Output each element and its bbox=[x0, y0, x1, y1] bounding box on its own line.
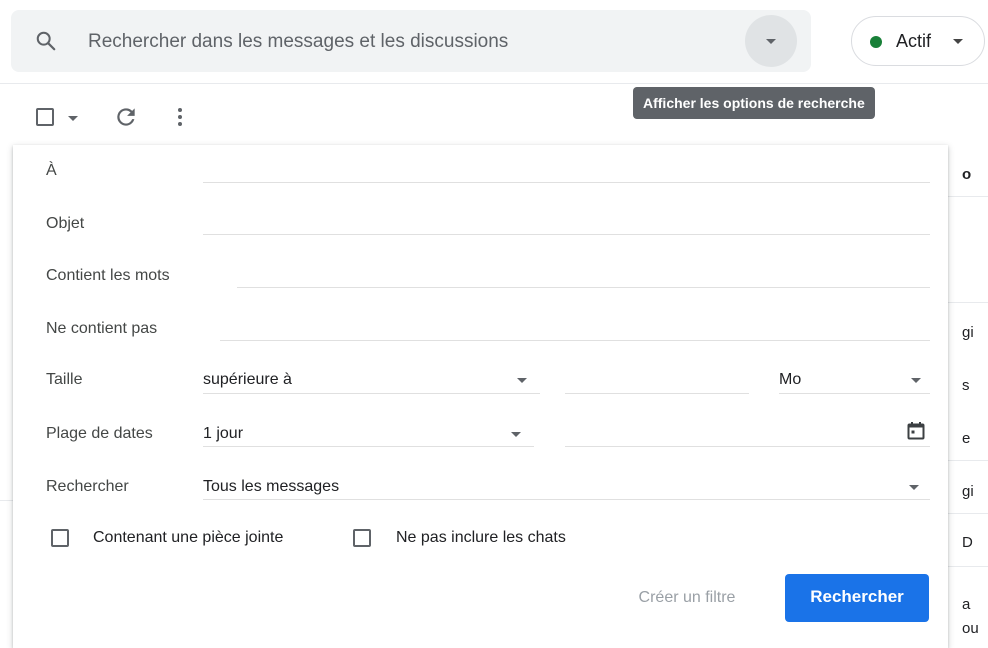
search-in-select[interactable]: Tous les messages bbox=[203, 470, 930, 501]
search-icon[interactable] bbox=[35, 30, 57, 52]
has-attachment-label[interactable]: Contenant une pièce jointe bbox=[93, 529, 283, 547]
calendar-icon[interactable] bbox=[906, 421, 926, 441]
size-label: Taille bbox=[46, 371, 83, 388]
chevron-down-icon bbox=[909, 485, 919, 490]
search-input[interactable]: Rechercher dans les messages et les disc… bbox=[88, 31, 508, 53]
subject-label: Objet bbox=[46, 215, 85, 232]
size-operator-value: supérieure à bbox=[203, 371, 292, 388]
chevron-down-icon bbox=[511, 432, 521, 437]
chevron-down-icon bbox=[517, 378, 527, 383]
size-value-field[interactable] bbox=[565, 393, 749, 394]
subject-field[interactable] bbox=[203, 234, 930, 235]
divider bbox=[0, 500, 13, 501]
date-range-value: 1 jour bbox=[203, 425, 244, 442]
chevron-down-icon bbox=[953, 39, 963, 44]
refresh-icon[interactable] bbox=[113, 104, 139, 130]
select-dropdown-icon[interactable] bbox=[68, 116, 78, 121]
size-operator-select[interactable]: supérieure à bbox=[203, 363, 540, 394]
exclude-chats-label[interactable]: Ne pas inclure les chats bbox=[396, 529, 566, 547]
list-item: D bbox=[962, 534, 973, 551]
has-words-field[interactable] bbox=[237, 287, 930, 288]
list-item: s bbox=[962, 377, 970, 394]
underline bbox=[203, 499, 930, 500]
date-range-label: Plage de dates bbox=[46, 425, 153, 442]
list-item: a bbox=[962, 596, 971, 613]
more-options-icon[interactable] bbox=[170, 104, 190, 130]
list-item: gi bbox=[962, 483, 974, 500]
underline bbox=[203, 446, 534, 447]
show-search-options-button[interactable] bbox=[745, 15, 797, 67]
list-item: e bbox=[962, 430, 971, 447]
exclude-chats-checkbox[interactable] bbox=[353, 529, 371, 547]
advanced-search-panel: À Objet Contient les mots Ne contient pa… bbox=[13, 145, 948, 648]
chevron-down-icon bbox=[911, 378, 921, 383]
size-unit-value: Mo bbox=[779, 371, 802, 388]
list-item: ou bbox=[962, 620, 979, 637]
status-dot-icon bbox=[870, 36, 882, 48]
chevron-down-icon bbox=[766, 39, 776, 44]
search-in-label: Rechercher bbox=[46, 478, 129, 495]
list-item: o bbox=[962, 166, 972, 183]
list-item: gi bbox=[962, 324, 974, 341]
search-options-tooltip: Afficher les options de recherche bbox=[633, 87, 875, 119]
date-field[interactable] bbox=[565, 446, 930, 447]
size-unit-select[interactable]: Mo bbox=[779, 363, 930, 394]
to-field[interactable] bbox=[203, 182, 930, 183]
underline bbox=[779, 393, 930, 394]
date-range-select[interactable]: 1 jour bbox=[203, 417, 534, 448]
mail-toolbar bbox=[0, 96, 240, 140]
has-words-label: Contient les mots bbox=[46, 267, 170, 284]
header-divider bbox=[0, 83, 988, 84]
doesnt-have-field[interactable] bbox=[220, 340, 930, 341]
doesnt-have-label: Ne contient pas bbox=[46, 320, 158, 337]
status-label: Actif bbox=[896, 31, 932, 51]
search-in-value: Tous les messages bbox=[203, 478, 340, 495]
select-all-checkbox[interactable] bbox=[36, 108, 54, 126]
search-bar[interactable]: Rechercher dans les messages et les disc… bbox=[11, 10, 811, 72]
has-attachment-checkbox[interactable] bbox=[51, 529, 69, 547]
to-label: À bbox=[46, 162, 57, 179]
underline bbox=[203, 393, 540, 394]
create-filter-button[interactable]: Créer un filtre bbox=[617, 574, 757, 622]
status-selector[interactable]: Actif bbox=[851, 16, 985, 66]
search-button[interactable]: Rechercher bbox=[785, 574, 929, 622]
